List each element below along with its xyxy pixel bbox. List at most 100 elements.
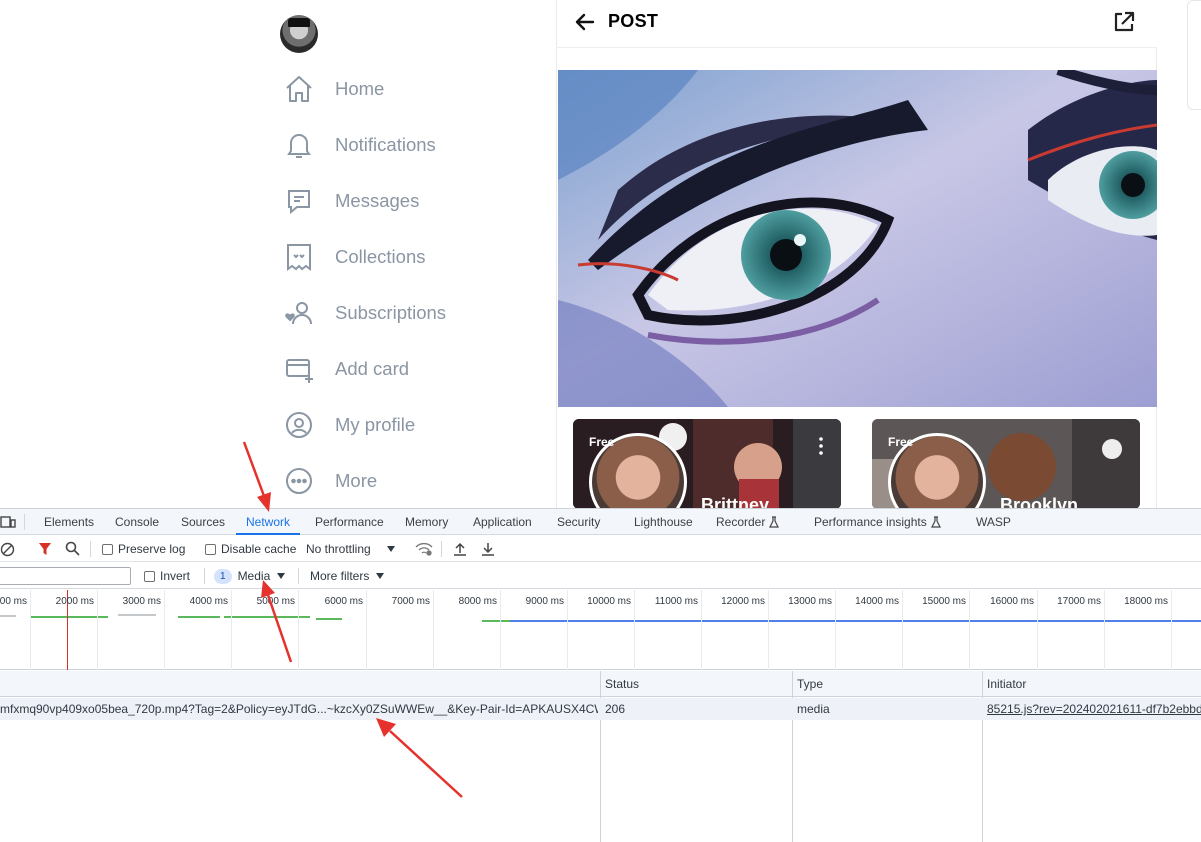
timeline-gridline	[231, 590, 232, 670]
timeline-gridline	[768, 590, 769, 670]
timeline-gridline	[969, 590, 970, 670]
import-har-icon[interactable]	[453, 542, 467, 556]
timeline-gridline	[30, 590, 31, 670]
subscriptions-icon	[285, 302, 312, 325]
nav-collections[interactable]: Collections	[283, 237, 523, 277]
invert-label: Invert	[160, 569, 191, 583]
clear-icon[interactable]	[0, 542, 15, 557]
timeline-gridline	[634, 590, 635, 670]
tab-sources[interactable]: Sources	[181, 509, 225, 535]
column-divider	[792, 671, 793, 842]
nav-messages[interactable]: Messages	[283, 181, 523, 221]
post-image[interactable]	[558, 70, 1157, 407]
type-filter-label: Media	[237, 569, 271, 583]
column-status[interactable]: Status	[605, 671, 639, 697]
devtools-panel: Elements Console Sources Network Perform…	[0, 508, 1201, 842]
preserve-log-checkbox[interactable]: Preserve log	[102, 536, 185, 562]
timeline-gridline	[1104, 590, 1105, 670]
free-badge: Free	[888, 435, 914, 449]
home-icon	[286, 76, 312, 102]
timeline-tick-label: 000 ms	[0, 596, 27, 607]
more-filters-label: More filters	[310, 569, 370, 583]
tab-security[interactable]: Security	[557, 509, 600, 535]
timeline-gridline	[1037, 590, 1038, 670]
nav-label-my-profile: My profile	[335, 414, 416, 435]
timeline-gridline	[164, 590, 165, 670]
timeline-tick-label: 2000 ms	[55, 596, 94, 607]
request-name[interactable]: mfxmq90vp409xo05bea_720p.mp4?Tag=2&Polic…	[0, 698, 598, 720]
post-column: POST Free Brittney Free Brooklyn	[556, 0, 1157, 509]
nav-more[interactable]: More	[283, 461, 523, 501]
search-icon[interactable]	[65, 541, 80, 556]
timeline-gridline	[366, 590, 367, 670]
timeline-gridline	[433, 590, 434, 670]
timeline-tick-label: 10000 ms	[587, 596, 631, 607]
user-avatar[interactable]	[280, 15, 318, 53]
column-type[interactable]: Type	[797, 671, 823, 697]
tab-wasp[interactable]: WASP	[976, 509, 1011, 535]
throttling-label: No throttling	[306, 542, 371, 556]
message-icon	[288, 190, 310, 215]
timeline-tick-label: 4000 ms	[189, 596, 228, 607]
table-row[interactable]: mfxmq90vp409xo05bea_720p.mp4?Tag=2&Polic…	[0, 698, 1201, 720]
network-toolbar: Preserve log Disable cache No throttling	[0, 536, 1201, 562]
device-toolbar-icon[interactable]	[0, 515, 16, 529]
back-arrow-icon[interactable]	[571, 8, 599, 36]
disable-cache-checkbox[interactable]: Disable cache	[205, 536, 296, 562]
tab-network[interactable]: Network	[236, 509, 301, 535]
timeline-tick-label: 17000 ms	[1057, 596, 1101, 607]
invert-checkbox[interactable]: Invert	[144, 563, 190, 589]
nav-label-add-card: Add card	[335, 358, 410, 379]
timeline-bar	[266, 616, 310, 618]
timeline-bar	[510, 620, 1201, 622]
filter-icon[interactable]	[38, 542, 52, 556]
nav-label-subscriptions: Subscriptions	[335, 302, 447, 323]
card-menu-icon[interactable]	[819, 437, 823, 455]
annotation-arrow-network	[242, 441, 266, 497]
nav-subscriptions[interactable]: Subscriptions	[283, 293, 523, 333]
timeline-gridline	[97, 590, 98, 670]
tab-memory[interactable]: Memory	[405, 509, 448, 535]
request-initiator-link[interactable]: 85215.js?rev=202402021611-df7b2ebbd	[987, 698, 1201, 720]
timeline-tick-label: 19	[1175, 596, 1201, 607]
tab-lighthouse[interactable]: Lighthouse	[634, 509, 693, 535]
creator-card[interactable]: Free Brooklyn	[872, 419, 1140, 509]
timeline-tick-label: 7000 ms	[391, 596, 430, 607]
nav-my-profile[interactable]: My profile	[283, 405, 523, 445]
throttling-select[interactable]: No throttling	[306, 536, 395, 562]
nav-notifications[interactable]: Notifications	[283, 125, 523, 165]
creator-card[interactable]: Free Brittney	[573, 419, 841, 509]
request-type: media	[797, 702, 830, 716]
add-card-icon	[286, 359, 313, 383]
tab-application[interactable]: Application	[473, 509, 532, 535]
tab-console[interactable]: Console	[115, 509, 159, 535]
resource-type-dropdown[interactable]: 1 Media	[214, 563, 286, 589]
timeline-tick-label: 3000 ms	[122, 596, 161, 607]
timeline-tick-label: 11000 ms	[654, 596, 698, 607]
nav-label-more: More	[335, 470, 378, 491]
nav-add-card[interactable]: Add card	[283, 349, 523, 389]
share-icon[interactable]	[1111, 9, 1137, 35]
timeline-gridline	[500, 590, 501, 670]
network-conditions-icon[interactable]	[415, 542, 433, 556]
right-panel-edge	[1187, 0, 1201, 110]
column-initiator[interactable]: Initiator	[987, 671, 1026, 697]
tab-performance[interactable]: Performance	[315, 509, 384, 535]
column-divider	[982, 671, 983, 842]
tab-recorder[interactable]: Recorder	[716, 509, 765, 535]
profile-icon	[286, 412, 312, 438]
nav-label-collections: Collections	[335, 246, 426, 267]
nav-label-messages: Messages	[335, 190, 420, 211]
flask-icon	[769, 516, 779, 528]
tab-elements[interactable]: Elements	[44, 509, 94, 535]
export-har-icon[interactable]	[481, 542, 495, 556]
timeline-bar	[118, 614, 156, 616]
tab-performance-insights[interactable]: Performance insights	[814, 509, 927, 535]
more-filters-dropdown[interactable]: More filters	[310, 563, 385, 589]
timeline-tick-label: 9000 ms	[525, 596, 564, 607]
nav-home[interactable]: Home	[283, 69, 523, 109]
timeline-tick-label: 18000 ms	[1124, 596, 1168, 607]
network-overview-timeline[interactable]: 000 ms 2000 ms 3000 ms 4000 ms 5000 ms 6000 m…	[0, 590, 1201, 670]
creator-name: Brittney	[701, 495, 770, 509]
column-divider	[600, 671, 601, 842]
